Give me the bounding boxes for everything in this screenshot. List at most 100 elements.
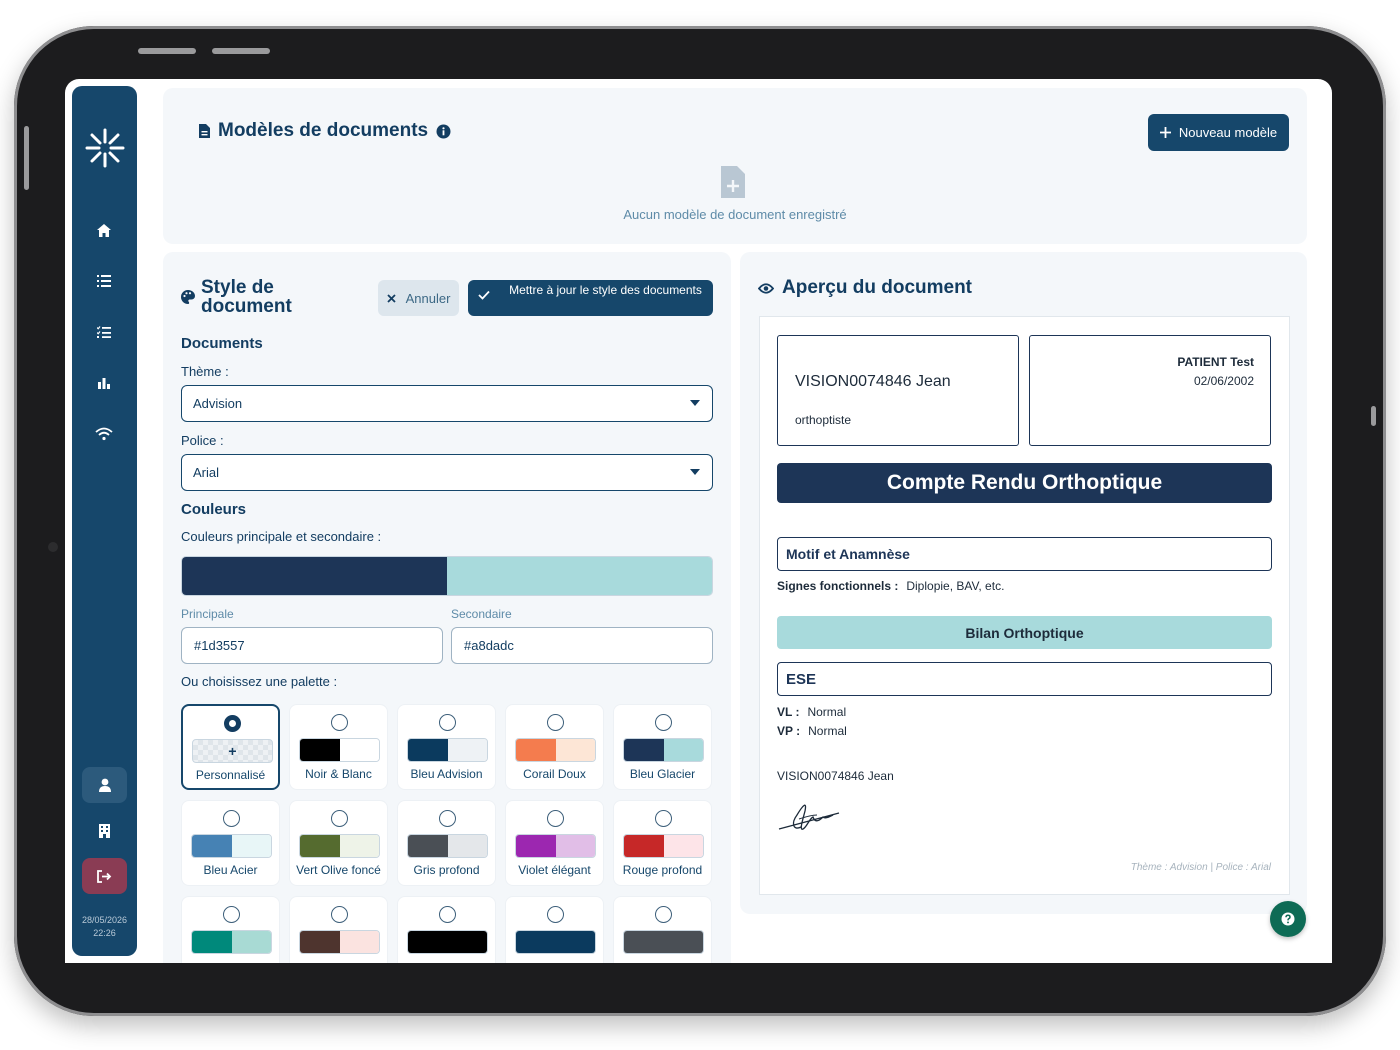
primary-color-preview (182, 557, 447, 595)
theme-select-value: Advision (193, 396, 243, 411)
palette-grid: + Personnalisé Noir & Blanc Bleu Advision Co… (181, 704, 721, 963)
palette-radio[interactable] (655, 714, 672, 731)
info-icon[interactable] (436, 124, 451, 139)
palette-secondary-swatch (339, 931, 379, 953)
palette-icon (181, 290, 195, 304)
help-button[interactable] (1270, 901, 1306, 937)
vl-label: VL : (777, 705, 800, 719)
palette-option[interactable]: Corail Doux (505, 704, 604, 790)
checklist-icon[interactable] (93, 321, 115, 343)
report-title: Compte Rendu Orthoptique (777, 463, 1272, 503)
palette-name: Bleu Advision (410, 767, 483, 781)
palette-option[interactable] (181, 896, 280, 963)
vl-value: Normal (807, 705, 847, 719)
palette-secondary-swatch (231, 835, 271, 857)
palette-radio[interactable] (439, 906, 456, 923)
chart-icon[interactable] (93, 372, 115, 394)
home-icon[interactable] (93, 219, 115, 241)
theme-footer: Thème : Advision | Police : Arial (1130, 862, 1271, 873)
chevron-down-icon (690, 400, 700, 406)
palette-primary-swatch (192, 835, 232, 857)
primary-label: Principale (181, 607, 234, 621)
palette-radio[interactable] (439, 810, 456, 827)
palette-name: Violet élégant (518, 863, 591, 877)
list-icon[interactable] (93, 270, 115, 292)
palette-secondary-swatch (663, 835, 703, 857)
secondary-color-input[interactable]: #a8dadc (451, 627, 713, 664)
palette-option[interactable]: Vert Olive foncé (289, 800, 388, 886)
palette-swatch (299, 834, 380, 858)
question-icon (1281, 912, 1295, 926)
palette-radio[interactable] (331, 714, 348, 731)
cancel-button[interactable]: Annuler (378, 280, 459, 316)
palette-option[interactable]: Noir & Blanc (289, 704, 388, 790)
palette-swatch (407, 738, 488, 762)
palette-radio[interactable] (547, 810, 564, 827)
preview-title-text: Aperçu du document (782, 277, 973, 298)
vp-label: VP : (777, 724, 801, 738)
style-title: Style de document (201, 277, 292, 317)
preview-panel: Aperçu du document VISION0074846 Jean or… (740, 252, 1307, 914)
palette-swatch (623, 834, 704, 858)
palette-radio[interactable] (439, 714, 456, 731)
palette-secondary-swatch (231, 931, 271, 953)
theme-select[interactable]: Advision (181, 385, 713, 422)
update-style-button[interactable]: Mettre à jour le style des documents (468, 280, 713, 316)
palette-secondary-swatch (663, 739, 703, 761)
palette-option[interactable]: Violet élégant (505, 800, 604, 886)
palette-radio[interactable] (331, 906, 348, 923)
palette-primary-swatch (300, 835, 340, 857)
palette-radio[interactable] (655, 810, 672, 827)
building-icon[interactable] (93, 820, 115, 842)
new-template-button[interactable]: Nouveau modèle (1148, 114, 1289, 151)
palette-option[interactable]: Bleu Acier (181, 800, 280, 886)
cancel-label: Annuler (405, 290, 451, 306)
palette-swatch (515, 930, 596, 954)
palette-option[interactable]: Bleu Glacier (613, 704, 712, 790)
palette-option[interactable]: + Personnalisé (181, 704, 280, 790)
user-icon[interactable] (82, 767, 127, 803)
logout-icon[interactable] (82, 858, 127, 894)
palette-name: Bleu Acier (203, 863, 258, 877)
palette-option[interactable] (613, 896, 712, 963)
palette-swatch (623, 930, 704, 954)
palette-option[interactable] (397, 896, 496, 963)
palette-option[interactable]: Bleu Advision (397, 704, 496, 790)
palette-radio[interactable] (224, 715, 241, 732)
secondary-label: Secondaire (451, 607, 512, 621)
primary-color-input[interactable]: #1d3557 (181, 627, 443, 664)
palette-secondary-swatch (339, 835, 379, 857)
app-logo-icon (85, 128, 125, 168)
hardware-button (1371, 406, 1376, 426)
palette-radio[interactable] (547, 906, 564, 923)
wifi-icon[interactable] (93, 423, 115, 445)
document-preview: VISION0074846 Jean orthoptiste PATIENT T… (759, 316, 1290, 895)
practitioner-role: orthoptiste (795, 413, 852, 427)
palette-primary-swatch (624, 739, 664, 761)
palette-primary-swatch (300, 931, 340, 953)
palette-name: Gris profond (413, 863, 480, 877)
palette-option[interactable] (289, 896, 388, 963)
palette-primary-swatch (516, 739, 556, 761)
palette-radio[interactable] (655, 906, 672, 923)
empty-file-icon (721, 166, 745, 198)
palette-swatch (191, 834, 272, 858)
preview-title: Aperçu du document (758, 277, 972, 299)
palette-option[interactable] (505, 896, 604, 963)
sidebar-date: 28/05/2026 (81, 915, 128, 925)
font-select[interactable]: Arial (181, 454, 713, 491)
check-icon (478, 290, 490, 300)
palette-radio[interactable] (223, 810, 240, 827)
palette-swatch (299, 930, 380, 954)
palette-radio[interactable] (223, 906, 240, 923)
close-icon (386, 293, 396, 303)
palette-option[interactable]: Gris profond (397, 800, 496, 886)
update-style-label: Mettre à jour le style des documents (509, 283, 702, 297)
palette-option[interactable]: Rouge profond (613, 800, 712, 886)
palette-radio[interactable] (331, 810, 348, 827)
palette-radio[interactable] (547, 714, 564, 731)
palette-swatch (191, 930, 272, 954)
palette-primary-swatch (408, 739, 448, 761)
style-panel: Style de document Annuler Mettre à jour … (163, 252, 731, 963)
templates-panel: Modèles de documents Nouveau modèle Aucu… (163, 88, 1307, 244)
